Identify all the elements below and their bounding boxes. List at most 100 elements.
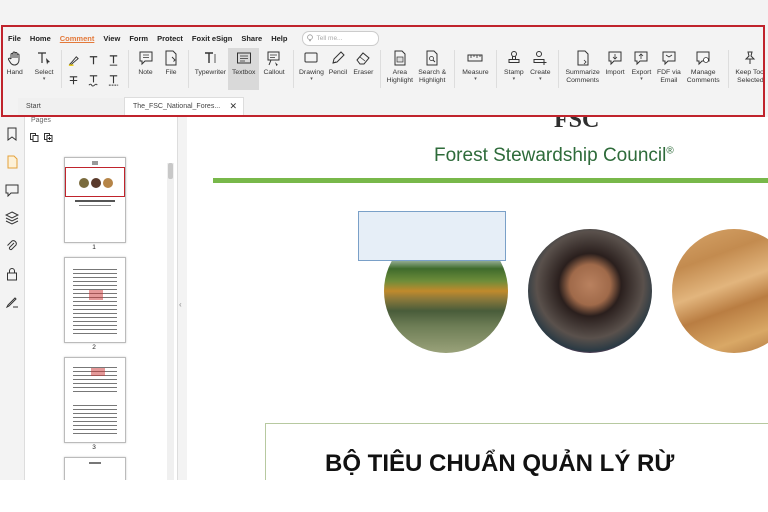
stamp-tool-button[interactable]: Stamp ▾ — [501, 48, 526, 82]
ribbon-divider — [380, 50, 382, 88]
tell-me-search[interactable]: Tell me... — [302, 30, 380, 46]
panel-splitter[interactable] — [178, 117, 186, 480]
thumbnail-scrollbar[interactable] — [167, 163, 174, 480]
collapse-panel-icon[interactable]: ‹ — [179, 300, 183, 314]
underline-text-button[interactable] — [104, 50, 124, 70]
document-view[interactable]: FSC Forest Stewardship Council® BỘ TIÊU … — [187, 117, 768, 480]
page-options-icon[interactable] — [30, 129, 39, 142]
textbox-tool-button[interactable]: Textbox — [228, 48, 260, 90]
close-tab-icon[interactable]: ✕ — [229, 101, 237, 112]
squiggly-t-icon — [88, 74, 98, 87]
search-highlight-button[interactable]: Search & Highlight — [415, 48, 450, 85]
export-comments-button[interactable]: Export ▾ — [628, 48, 655, 82]
thumb-text-line — [79, 205, 111, 206]
file-attach-tool-button[interactable]: File — [158, 48, 183, 77]
menu-view[interactable]: View — [103, 34, 129, 43]
callout-tool-button[interactable]: Callout — [259, 48, 288, 77]
drawing-dropdown-arrow[interactable]: ▾ — [310, 77, 313, 82]
pencil-tool-button[interactable]: Pencil — [325, 48, 350, 77]
area-highlight-icon — [394, 50, 406, 66]
replace-text-button[interactable] — [104, 70, 124, 90]
measure-dropdown-arrow[interactable]: ▾ — [474, 77, 477, 82]
ribbon-divider — [127, 50, 129, 88]
typewriter-tool-button[interactable]: Typewriter — [193, 48, 228, 77]
file-label: File — [165, 69, 177, 76]
menu-home[interactable]: Home — [30, 34, 60, 43]
comments-icon[interactable] — [5, 183, 19, 198]
menu-help[interactable]: Help — [271, 34, 296, 43]
measure-tool-button[interactable]: Measure ▾ — [459, 48, 492, 82]
bookmark-icon[interactable] — [5, 127, 19, 141]
manage-comments-button[interactable]: Manage Comments — [683, 48, 724, 85]
security-lock-icon[interactable] — [5, 267, 19, 281]
menu-foxit-esign[interactable]: Foxit eSign — [192, 34, 241, 43]
document-title-text: Forest Stewardship Council — [434, 145, 667, 166]
squiggly-text-button[interactable] — [84, 70, 104, 90]
area-highlight-label-2: Highlight — [386, 77, 414, 84]
tab-start[interactable]: Start — [18, 98, 124, 115]
menu-form[interactable]: Form — [129, 34, 157, 43]
menu-comment[interactable]: Comment — [60, 34, 104, 43]
hand-label: Hand — [6, 69, 23, 76]
tab-document[interactable]: The_FSC_National_Fores... ✕ — [124, 97, 244, 115]
drawing-tool-button[interactable]: Drawing ▾ — [298, 48, 325, 82]
menu-share[interactable]: Share — [241, 34, 271, 43]
manage-label-2: Comments — [686, 77, 720, 84]
comment-ribbon: Hand Select ▾ Note File Typewriter Textb… — [0, 48, 768, 92]
page-thumbnail-1[interactable] — [64, 157, 126, 243]
fdf-email-button[interactable]: FDF via Email — [655, 48, 682, 85]
typewriter-text-button[interactable] — [84, 50, 104, 70]
hand-tool-button[interactable]: Hand — [0, 48, 29, 77]
strikeout-text-button[interactable] — [64, 70, 84, 90]
highlight-text-button[interactable] — [64, 50, 84, 70]
area-highlight-button[interactable]: Area Highlight — [385, 48, 414, 85]
page-thumbnail-3[interactable] — [64, 357, 126, 443]
typewriter-icon — [205, 52, 216, 63]
menu-protect[interactable]: Protect — [157, 34, 192, 43]
text-markup-group — [64, 50, 124, 90]
search-highlight-icon — [426, 50, 438, 66]
text-t-icon — [90, 55, 98, 64]
thumbnail-scroll-handle[interactable] — [168, 163, 173, 179]
textbox-icon — [236, 52, 251, 64]
page-insert-icon[interactable] — [44, 129, 53, 142]
layers-icon[interactable] — [4, 211, 20, 225]
keep-tool-selected-button[interactable]: Keep Tool Selected — [733, 48, 768, 85]
callout-label: Callout — [263, 69, 285, 76]
signature-icon[interactable] — [5, 295, 19, 309]
summarize-comments-button[interactable]: Summarize Comments — [563, 48, 602, 85]
import-comments-button[interactable]: Import — [602, 48, 627, 77]
callout-icon — [267, 51, 280, 66]
select-dropdown-arrow[interactable]: ▾ — [43, 77, 46, 82]
fdf-email-icon — [662, 51, 676, 66]
eraser-tool-button[interactable]: Eraser — [351, 48, 376, 77]
pages-icon[interactable] — [5, 155, 19, 169]
thumb-circle — [91, 178, 101, 188]
create-dropdown-arrow[interactable]: ▾ — [539, 77, 542, 82]
stamp-dropdown-arrow[interactable]: ▾ — [513, 77, 516, 82]
note-tool-button[interactable]: Note — [133, 48, 158, 77]
file-attachment-icon — [165, 50, 177, 66]
manage-comments-icon — [696, 51, 710, 66]
select-text-icon — [38, 52, 51, 65]
summarize-doc-icon — [577, 50, 589, 66]
page-thumbnail-2[interactable] — [64, 257, 126, 343]
export-dropdown-arrow[interactable]: ▾ — [640, 77, 643, 82]
search-highlight-label-1: Search & — [418, 69, 447, 76]
ribbon-divider — [453, 50, 455, 88]
page-thumbnail-4[interactable] — [64, 457, 126, 480]
thumb-text-block — [73, 402, 117, 434]
thumb-highlight — [91, 368, 105, 376]
foxit-app-window: File Home Comment View Form Protect Foxi… — [0, 0, 768, 480]
create-stamp-button[interactable]: Create ▾ — [527, 48, 554, 82]
menu-file[interactable]: File — [0, 34, 30, 43]
summarize-label-1: Summarize — [565, 69, 600, 76]
textbox-annotation[interactable] — [358, 211, 506, 261]
thumb-circle — [79, 178, 89, 188]
select-tool-button[interactable]: Select ▾ — [29, 48, 58, 82]
ribbon-divider — [558, 50, 560, 88]
thumb-text-line — [89, 462, 101, 464]
thumb-text-block — [73, 266, 117, 334]
attachments-icon[interactable] — [5, 239, 19, 253]
thumb-highlight — [89, 290, 103, 300]
